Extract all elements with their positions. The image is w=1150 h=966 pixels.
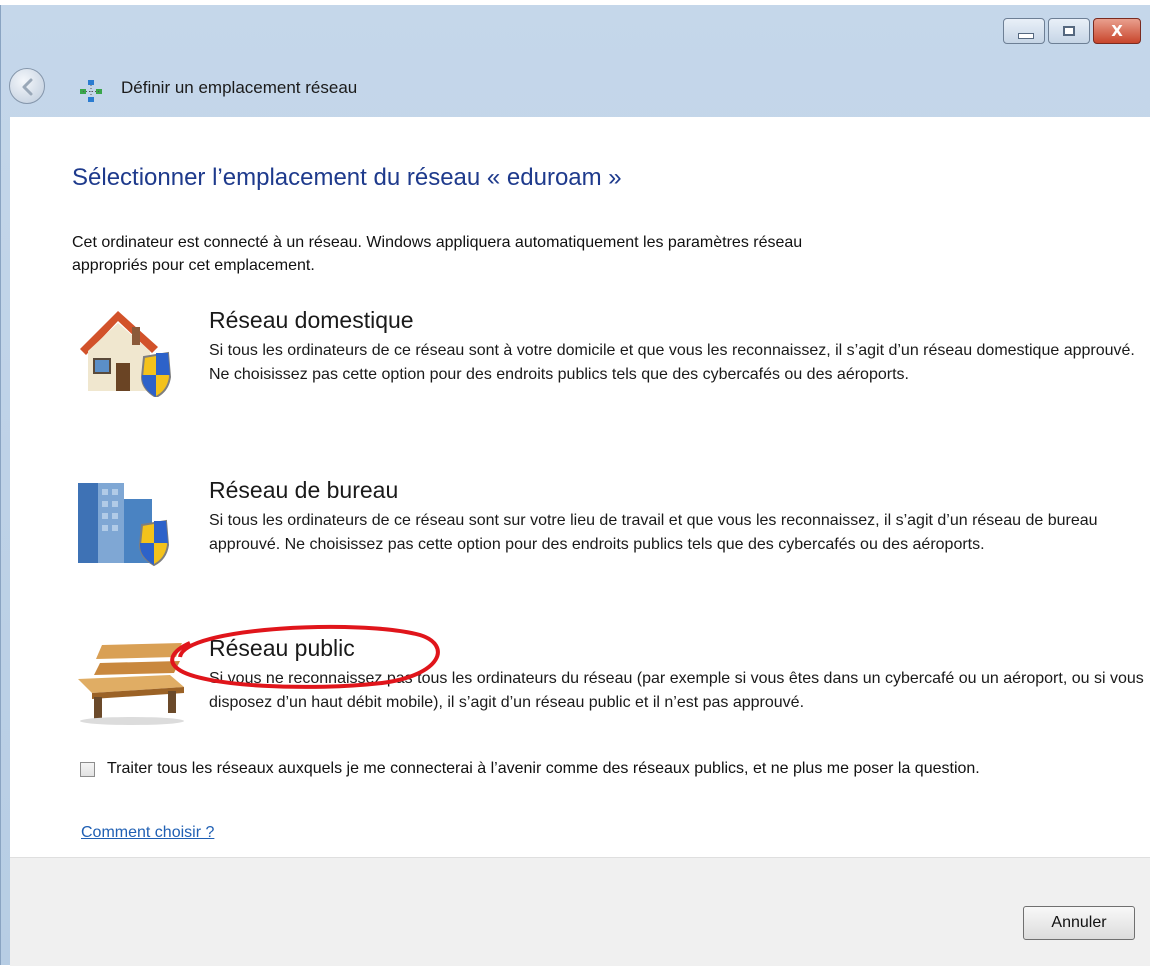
option-description: Si tous les ordinateurs de ce réseau son… [209,512,1098,553]
house-shield-icon [80,311,172,397]
always-public-checkbox[interactable] [80,762,95,777]
back-arrow-icon [22,78,33,96]
option-title: Réseau domestique [209,307,414,333]
office-building-shield-icon [78,483,170,567]
checkbox-label[interactable]: Traiter tous les réseaux auxquels je me … [107,757,1107,781]
option-work-network[interactable]: Réseau de bureau Si tous les ordinateurs… [72,477,1142,597]
footer-bar: Annuler [10,857,1150,966]
page-heading: Sélectionner l’emplacement du réseau « e… [72,164,622,191]
park-bench-icon [78,643,184,725]
close-icon: X [1111,22,1123,40]
window-title: Définir un emplacement réseau [121,78,358,97]
maximize-icon [1063,26,1075,36]
option-home-network[interactable]: Réseau domestique Si tous les ordinateur… [72,307,1142,427]
caption-buttons: X [1003,18,1141,44]
intro-text: Cet ordinateur est connecté à un réseau.… [72,234,803,274]
option-description: Si tous les ordinateurs de ce réseau son… [209,342,1135,383]
maximize-button[interactable] [1048,18,1090,44]
option-public-network[interactable]: Réseau public Si vous ne reconnaissez pa… [72,624,1144,755]
network-icon [80,80,102,102]
content-panel: Sélectionner l’emplacement du réseau « e… [10,117,1150,945]
cancel-button[interactable]: Annuler [1023,906,1135,940]
close-button[interactable]: X [1093,18,1141,44]
back-button[interactable] [9,68,45,104]
option-description: Si vous ne reconnaissez pas tous les ord… [209,670,1144,711]
option-title: Réseau de bureau [209,477,399,503]
help-link[interactable]: Comment choisir ? [81,824,214,842]
minimize-icon [1018,33,1034,39]
option-title: Réseau public [209,635,355,661]
minimize-button[interactable] [1003,18,1045,44]
